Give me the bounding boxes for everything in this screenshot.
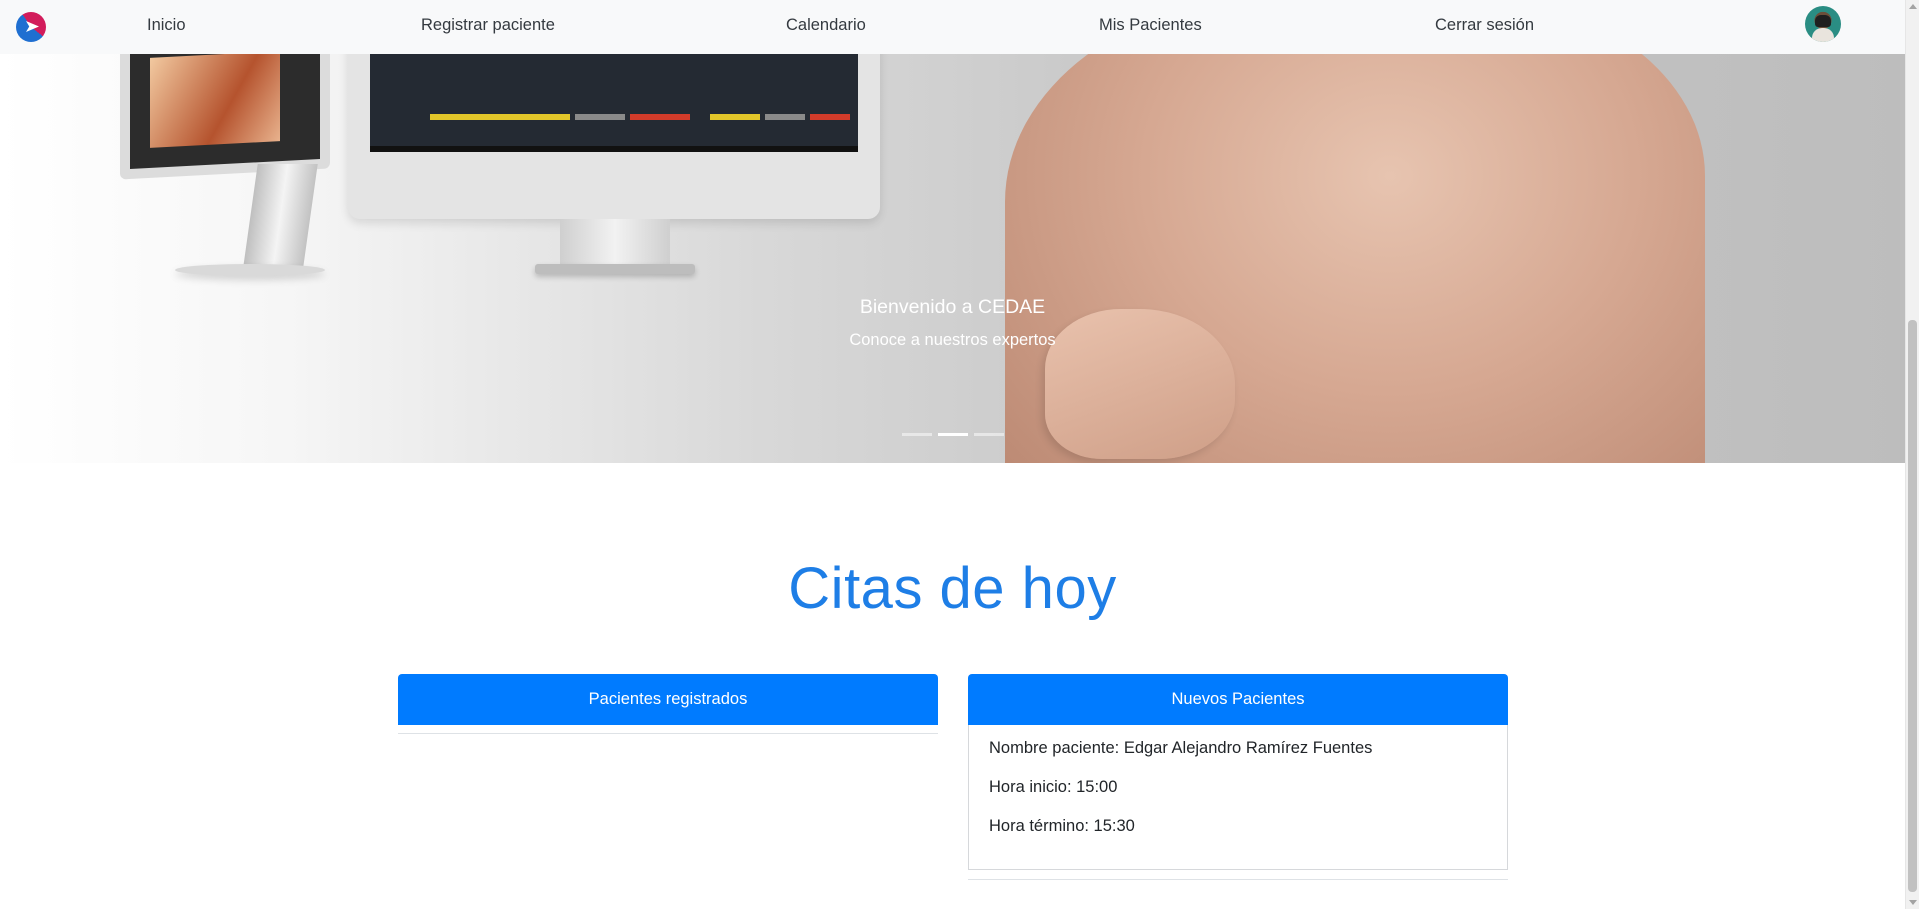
carousel-indicator-3[interactable] [974, 433, 1004, 436]
scroll-down-icon[interactable] [1909, 900, 1917, 905]
new-patients-card: Nuevos Pacientes Nombre paciente: Edgar … [968, 674, 1508, 880]
appointment-end: Hora término: 15:30 [989, 817, 1135, 835]
carousel-caption-title: Bienvenido a CEDAE [859, 296, 1046, 318]
new-patients-header[interactable]: Nuevos Pacientes [968, 674, 1508, 725]
scroll-up-icon[interactable] [1909, 4, 1917, 9]
hero-carousel: Bienvenido a CEDAE Conoce a nuestros exp… [0, 54, 1905, 463]
nav-mis-pacientes[interactable]: Mis Pacientes [1099, 16, 1202, 35]
patient-name: Nombre paciente: Edgar Alejandro Ramírez… [989, 739, 1373, 757]
page-title: Citas de hoy [788, 556, 1117, 621]
appointment-details: Nombre paciente: Edgar Alejandro Ramírez… [968, 725, 1508, 870]
cedae-logo-icon[interactable] [16, 12, 46, 42]
scroll-thumb[interactable] [1908, 320, 1917, 892]
carousel-caption-subtitle: Conoce a nuestros expertos [849, 331, 1056, 349]
nav-calendario[interactable]: Calendario [786, 16, 866, 35]
hero-image-monitor-main [348, 54, 880, 219]
registered-patients-header[interactable]: Pacientes registrados [398, 674, 938, 725]
carousel-indicators [902, 433, 1004, 436]
nav-inicio[interactable]: Inicio [147, 16, 186, 35]
card-divider [968, 879, 1508, 880]
carousel-indicator-2[interactable] [938, 433, 968, 436]
registered-patients-card: Pacientes registrados [398, 674, 938, 734]
page-scrollbar[interactable] [1905, 0, 1919, 909]
card-divider [398, 733, 938, 734]
nav-registrar-paciente[interactable]: Registrar paciente [421, 16, 555, 35]
user-avatar[interactable] [1805, 6, 1841, 42]
nav-cerrar-sesion[interactable]: Cerrar sesión [1435, 16, 1534, 35]
top-navbar: Inicio Registrar paciente Calendario Mis… [0, 0, 1905, 54]
hero-image-monitor-left [120, 54, 330, 180]
carousel-indicator-1[interactable] [902, 433, 932, 436]
appointment-start: Hora inicio: 15:00 [989, 778, 1118, 796]
